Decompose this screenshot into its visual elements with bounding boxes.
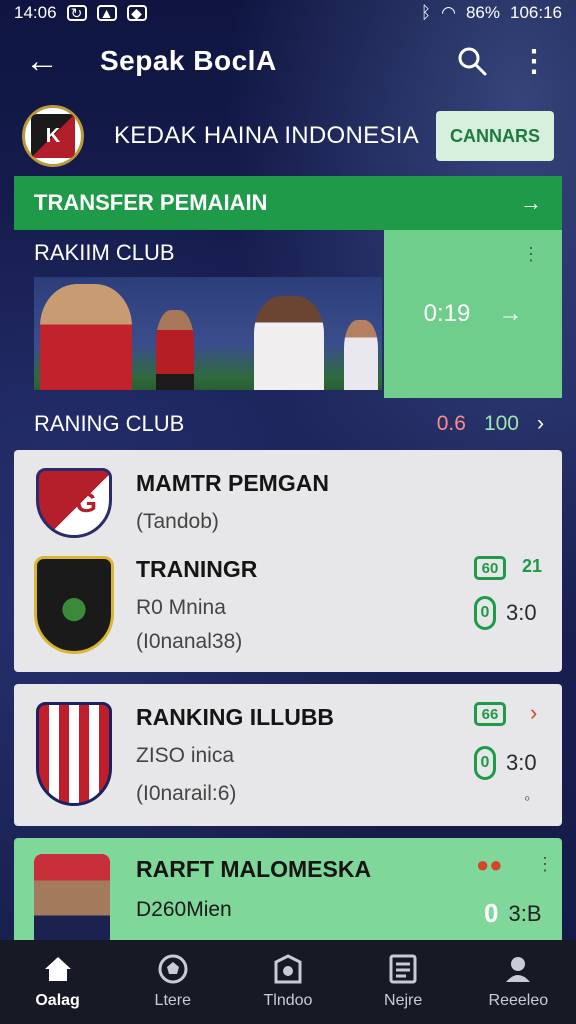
profile-icon [503, 954, 533, 984]
card-2-badge: 66 [474, 702, 506, 726]
status-right: ᛒ ◠ 86% 106:16 [421, 3, 562, 23]
arrow-right-icon: → [520, 190, 542, 215]
club-card-1[interactable]: G MAMTR PEMGAN (Tandob) TRANINGR R0 Mnin… [14, 450, 562, 672]
league-logo-mark: K [31, 114, 75, 158]
card-2-sub: ZISO inica [136, 744, 235, 767]
status-bar: 14:06 ↻ ▲ ◆ ᛒ ◠ 86% 106:16 [0, 0, 576, 26]
club-crest-red: G [36, 468, 112, 538]
league-logo: K [22, 105, 84, 167]
raning-header[interactable]: RANING CLUB 0.6 100 › [34, 408, 544, 440]
back-button[interactable]: ← [20, 39, 64, 83]
league-header: K KEDAK HAINA INDONESIA CANNARS [0, 100, 576, 172]
status-time: 14:06 [14, 3, 57, 22]
nav-item-ball[interactable]: Ltere [123, 954, 223, 1010]
card-2-sub-2: (I0narail:6) [136, 782, 237, 805]
page-title: Sepak BoclA [100, 45, 277, 76]
location-icon: ◆ [126, 5, 147, 21]
player-figure-2 [156, 310, 194, 390]
card-3-score: 0 3:B [484, 898, 542, 929]
card-1-title-2: TRANINGR [136, 556, 258, 582]
card-2-score: 0 3:0 [474, 746, 537, 780]
bluetooth-icon: ᛒ [420, 3, 432, 22]
league-action-button[interactable]: CANNARS [436, 111, 554, 161]
mountain-icon: ▲ [96, 5, 117, 21]
nav-label-home: Oalag [35, 992, 80, 1009]
player-figure-1 [40, 284, 132, 390]
flame-icon: ●● [476, 852, 503, 877]
transfer-label: TRANSFER PEMAIAIN [34, 190, 268, 215]
club-crest-player [34, 854, 110, 942]
card-2-title: RANKING ILLUBB [136, 704, 335, 730]
arrow-left-icon: ← [25, 41, 59, 80]
club-crest-striped [36, 702, 112, 806]
shield-icon [273, 954, 303, 984]
wifi-icon: ◠ [441, 3, 456, 22]
app-bar: ← Sepak BoclA ⋮ [0, 36, 576, 86]
ball-icon [158, 954, 188, 984]
hero-info-panel[interactable]: ⋮ 0:19 → [384, 230, 562, 398]
arrow-right-icon: → [498, 300, 523, 327]
hero-image[interactable] [34, 277, 382, 390]
small-circle-icon: ◦ [524, 788, 531, 808]
card-1-sub-2: R0 Mnina [136, 596, 226, 619]
nav-item-profile[interactable]: Reeeleo [468, 954, 568, 1010]
more-button[interactable]: ⋮ [512, 39, 556, 83]
crest-letter: G [75, 487, 97, 518]
nav-item-home[interactable]: Oalag [8, 954, 108, 1010]
status-left: 14:06 ↻ ▲ ◆ [14, 3, 147, 23]
kebab-icon: ⋮ [536, 854, 554, 874]
hero-time: 0:19 [423, 300, 471, 327]
card-1-sub-3: (I0nanal38) [136, 630, 243, 653]
nav-label-news: Nejre [384, 992, 423, 1009]
raning-title: RANING CLUB [34, 411, 185, 436]
chevron-right-icon: › [530, 700, 538, 725]
nav-item-news[interactable]: Nejre [353, 954, 453, 1010]
card-1-pill: 0 [474, 596, 496, 630]
card-1-badge: 60 [474, 556, 506, 580]
card-3-score-value: 3:B [508, 900, 542, 926]
chevron-right-icon: › [537, 412, 544, 435]
card-1-score: 0 3:0 [474, 596, 537, 630]
stat-red-value: 0.6 [436, 412, 466, 435]
kebab-icon: ⋮ [519, 44, 549, 78]
bottom-navigation: Oalag Ltere Tlndoo Nejre Reeeleo [0, 940, 576, 1024]
kebab-icon: ⋮ [522, 244, 540, 264]
card-1-score-value: 3:0 [506, 600, 537, 625]
club-card-3[interactable]: RARFT MALOMESKA D260Mien ●● ⋮ 0 3:B [14, 838, 562, 942]
battery-text: 86% [465, 3, 500, 22]
home-icon [43, 954, 73, 984]
card-1-title: MAMTR PEMGAN [136, 470, 329, 496]
ranking-title: RAKIIM CLUB [34, 240, 175, 265]
card-3-title: RARFT MALOMESKA [136, 856, 372, 882]
search-icon [458, 47, 487, 76]
card-2-pill: 0 [474, 746, 496, 780]
nav-label-profile: Reeeleo [488, 992, 549, 1009]
card-1-sub: (Tandob) [136, 510, 219, 533]
status-clock-right: 106:16 [510, 3, 562, 22]
card-1-side-number: 21 [522, 556, 543, 576]
search-button[interactable] [450, 39, 494, 83]
news-icon [388, 954, 418, 984]
nav-label-shield: Tlndoo [263, 992, 313, 1009]
nav-label-ball: Ltere [154, 992, 192, 1009]
sync-icon: ↻ [66, 5, 87, 21]
nav-item-shield[interactable]: Tlndoo [238, 954, 338, 1010]
card-2-score-value: 3:0 [506, 750, 537, 775]
player-figure-3 [254, 296, 324, 390]
club-crest-black [34, 556, 114, 654]
league-name: KEDAK HAINA INDONESIA [114, 122, 420, 149]
player-figure-4 [344, 320, 378, 390]
card-3-pill: 0 [484, 898, 499, 928]
transfer-bar[interactable]: TRANSFER PEMAIAIN → [14, 176, 562, 230]
stat-green-value: 100 [483, 412, 519, 435]
card-3-sub: D260Mien [136, 898, 232, 921]
club-card-2[interactable]: RANKING ILLUBB ZISO inica (I0narail:6) 6… [14, 684, 562, 826]
raning-stats: 0.6 100 › [437, 412, 544, 436]
